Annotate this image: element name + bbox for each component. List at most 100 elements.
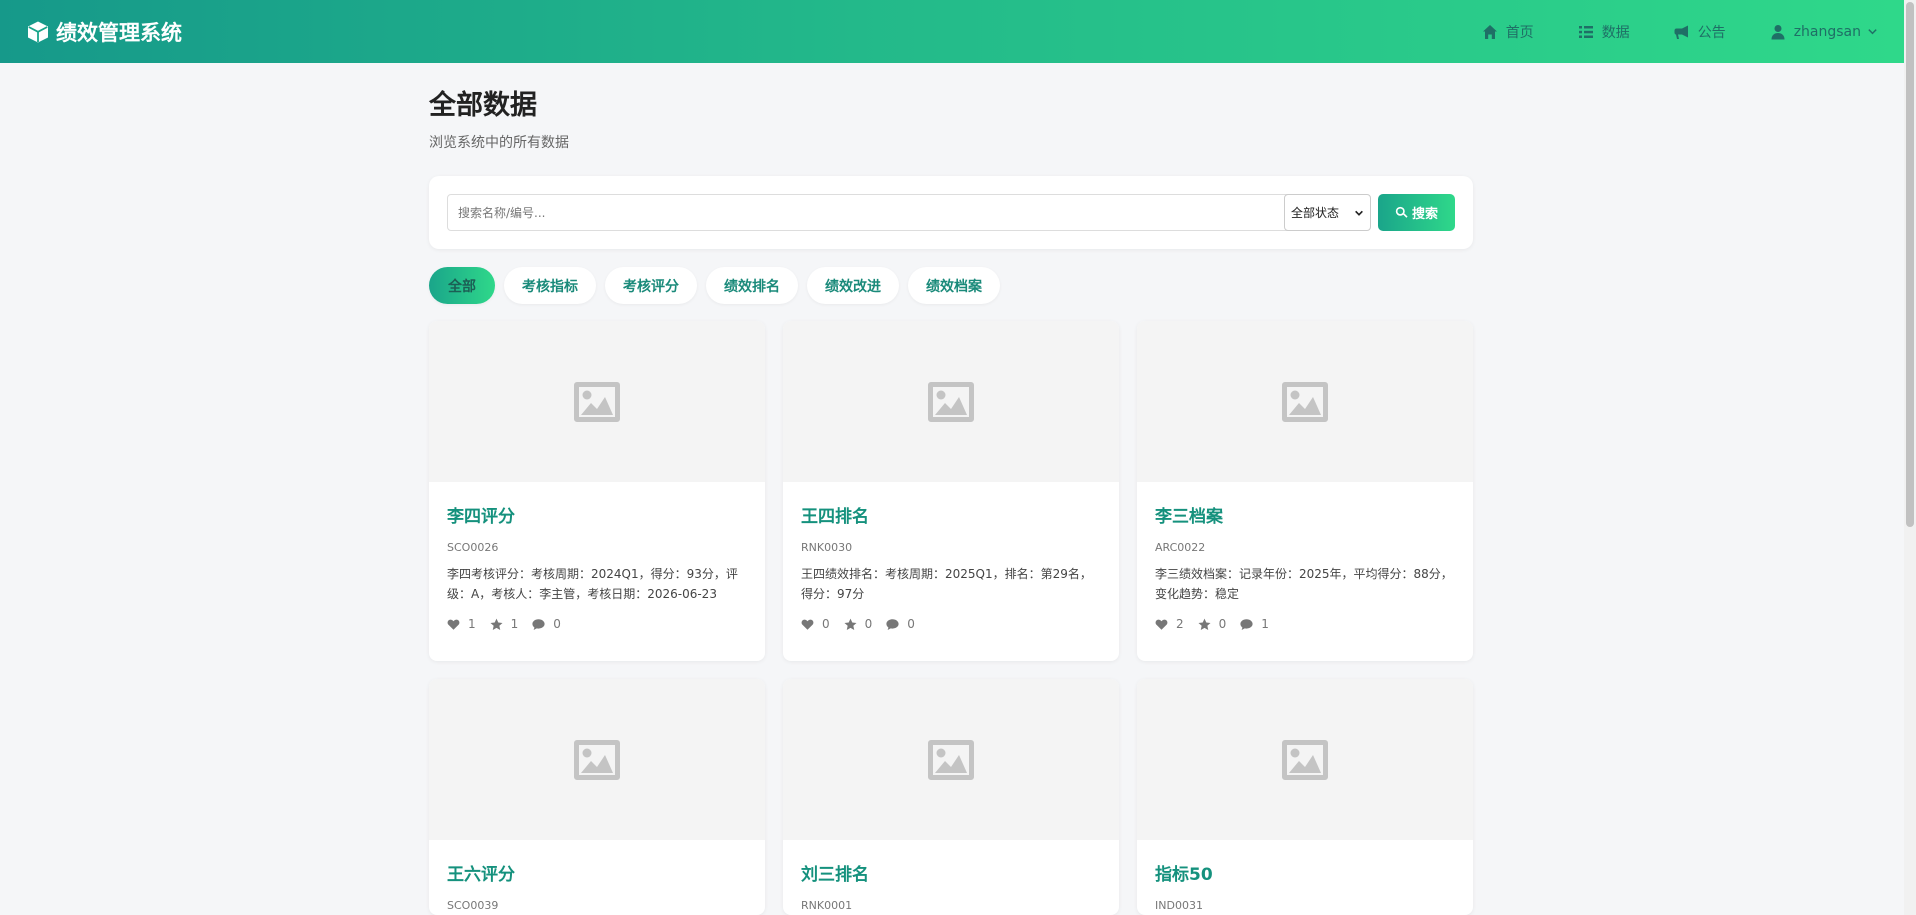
image-placeholder-icon [1282,381,1328,422]
tab-indicators[interactable]: 考核指标 [504,267,596,304]
heart-icon [447,619,460,630]
data-card[interactable]: 李三档案 ARC0022 李三绩效档案：记录年份：2025年，平均得分：88分，… [1137,321,1473,661]
card-code: IND0031 [1155,899,1203,912]
card-thumbnail [1137,679,1473,840]
like-stat[interactable]: 1 [447,617,476,631]
card-code: SCO0039 [447,899,499,912]
card-code: SCO0026 [447,541,499,554]
comment-count: 0 [907,617,915,631]
comment-count: 1 [1261,617,1269,631]
heart-icon [1155,619,1168,630]
card-description: 李四考核评分：考核周期：2024Q1，得分：93分，评级：A，考核人：李主管，考… [447,567,738,601]
tab-label: 考核指标 [522,278,578,295]
like-count: 2 [1176,617,1184,631]
comment-icon [1240,618,1253,630]
card-title[interactable]: 李四评分 [447,502,747,527]
card-title[interactable]: 王六评分 [447,860,747,885]
card-stats: 1 1 0 [447,617,747,631]
brand[interactable]: 绩效管理系统 [26,17,182,47]
status-select[interactable]: 全部状态 [1284,194,1371,231]
like-count: 1 [468,617,476,631]
nav-data-label: 数据 [1601,24,1630,41]
chevron-down-icon [1355,210,1363,216]
comment-stat[interactable]: 0 [532,617,561,631]
search-button[interactable]: 搜索 [1378,194,1455,231]
tab-improvements[interactable]: 绩效改进 [807,267,899,304]
search-icon [1395,206,1408,218]
favorite-stat[interactable]: 0 [844,617,873,631]
nav-notice-label: 公告 [1697,24,1726,41]
card-thumbnail [783,679,1119,840]
favorite-count: 1 [510,617,519,631]
search-button-label: 搜索 [1411,207,1438,222]
image-placeholder-icon [1282,739,1328,780]
favorite-stat[interactable]: 1 [490,617,519,631]
comment-stat[interactable]: 1 [1240,617,1269,631]
tab-rankings[interactable]: 绩效排名 [706,267,798,304]
card-stats: 0 0 0 [801,617,1101,631]
nav-home-label: 首页 [1505,24,1534,41]
page-subtitle: 浏览系统中的所有数据 [429,135,569,151]
heart-icon [801,619,814,630]
chevron-down-icon [1868,29,1877,35]
data-card[interactable]: 王六评分 SCO0039 [429,679,765,915]
nav-notice[interactable]: 公告 [1674,22,1726,42]
card-title[interactable]: 王四排名 [801,502,1101,527]
tab-label: 绩效档案 [926,278,982,295]
image-placeholder-icon [574,739,620,780]
card-title[interactable]: 刘三排名 [801,860,1101,885]
data-card[interactable]: 李四评分 SCO0026 李四考核评分：考核周期：2024Q1，得分：93分，评… [429,321,765,661]
category-tabs: 全部 考核指标 考核评分 绩效排名 绩效改进 绩效档案 [429,267,1009,304]
tab-label: 绩效改进 [825,278,881,295]
data-card[interactable]: 刘三排名 RNK0001 [783,679,1119,915]
home-icon [1482,24,1497,39]
card-thumbnail [429,679,765,840]
tab-archives[interactable]: 绩效档案 [908,267,1000,304]
page-title: 全部数据 [429,90,537,121]
page-scrollbar[interactable] [1904,0,1916,915]
username: zhangsan [1793,23,1861,40]
favorite-count: 0 [864,617,873,631]
card-code: RNK0030 [801,541,853,554]
list-icon [1578,25,1593,38]
comment-icon [886,618,899,630]
tab-scores[interactable]: 考核评分 [605,267,697,304]
data-card[interactable]: 王四排名 RNK0030 王四绩效排名：考核周期：2025Q1，排名：第29名，… [783,321,1119,661]
tab-label: 绩效排名 [724,278,780,295]
cube-icon [28,21,48,42]
like-stat[interactable]: 0 [801,617,830,631]
top-navbar: 绩效管理系统 首页 数据 公告 zhangsan [0,0,1904,63]
image-placeholder-icon [928,739,974,780]
card-description: 李三绩效档案：记录年份：2025年，平均得分：88分，变化趋势：稳定 [1155,567,1453,601]
tab-all[interactable]: 全部 [429,267,495,304]
nav-home[interactable]: 首页 [1482,22,1534,42]
favorite-count: 0 [1218,617,1227,631]
card-title[interactable]: 李三档案 [1155,502,1455,527]
comment-stat[interactable]: 0 [886,617,915,631]
tab-label: 全部 [448,278,476,295]
comment-count: 0 [553,617,561,631]
status-select-value: 全部状态 [1291,206,1340,220]
image-placeholder-icon [928,381,974,422]
data-card[interactable]: 指标50 IND0031 [1137,679,1473,915]
star-icon [844,618,857,630]
brand-title: 绩效管理系统 [56,20,182,45]
card-thumbnail [783,321,1119,482]
user-menu[interactable]: zhangsan [1770,24,1878,40]
scrollbar-thumb[interactable] [1906,2,1914,527]
user-icon [1771,24,1785,39]
card-thumbnail [429,321,765,482]
card-code: RNK0001 [801,899,853,912]
card-code: ARC0022 [1155,541,1206,554]
favorite-stat[interactable]: 0 [1198,617,1227,631]
card-thumbnail [1137,321,1473,482]
card-title[interactable]: 指标50 [1155,860,1455,885]
star-icon [490,618,503,630]
like-stat[interactable]: 2 [1155,617,1184,631]
search-input[interactable] [447,194,1304,231]
search-panel: 全部状态 搜索 [429,176,1473,249]
nav-data[interactable]: 数据 [1578,22,1630,42]
like-count: 0 [822,617,830,631]
tab-label: 考核评分 [623,278,679,295]
nav-links: 首页 数据 公告 zhangsan [1438,0,1878,63]
